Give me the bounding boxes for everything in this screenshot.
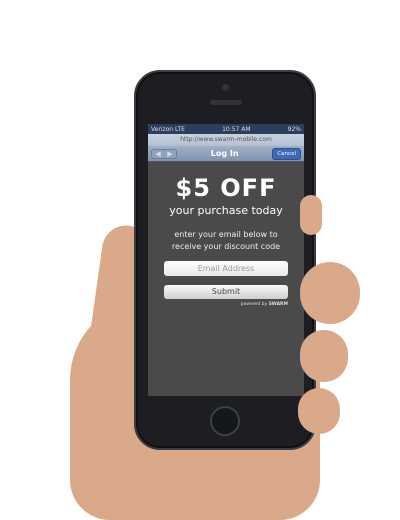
- home-button[interactable]: [210, 406, 240, 436]
- instruction-line-2: receive your discount code: [171, 242, 281, 251]
- forward-icon[interactable]: ▶: [164, 150, 176, 158]
- brand-logo: SWARM: [268, 302, 288, 307]
- promo-subheadline: your purchase today: [169, 204, 283, 217]
- nav-bar: ◀ ▶ Log In Cancel: [148, 146, 304, 162]
- url-bar[interactable]: http://www.swarm-mobile.com: [148, 134, 304, 146]
- powered-by-label: powered by: [240, 302, 268, 307]
- cancel-button[interactable]: Cancel: [272, 147, 301, 160]
- clock: 10:57 AM: [222, 125, 251, 133]
- hand-finger-1: [300, 195, 322, 235]
- camera-icon: [222, 84, 229, 91]
- back-icon[interactable]: ◀: [152, 150, 164, 158]
- submit-button[interactable]: Submit: [164, 285, 288, 299]
- speaker-grille: [210, 100, 242, 105]
- email-input[interactable]: Email Address: [164, 261, 288, 276]
- phone-screen: Verizon LTE 10:57 AM 92% http://www.swar…: [148, 124, 304, 396]
- carrier: Verizon LTE: [151, 125, 185, 133]
- page-title: Log In: [210, 149, 239, 158]
- battery: 92%: [287, 125, 301, 133]
- hand-finger-2: [300, 262, 360, 324]
- powered-by: powered by SWARM: [164, 302, 288, 307]
- instruction-line-1: enter your email below to: [174, 230, 278, 239]
- hand-finger-4: [298, 388, 340, 434]
- phone: Verizon LTE 10:57 AM 92% http://www.swar…: [134, 70, 316, 450]
- promo-content: $5 OFF your purchase today enter your em…: [148, 162, 304, 307]
- hand-finger-3: [300, 330, 348, 382]
- status-bar: Verizon LTE 10:57 AM 92%: [148, 124, 304, 134]
- promo-headline: $5 OFF: [175, 174, 277, 202]
